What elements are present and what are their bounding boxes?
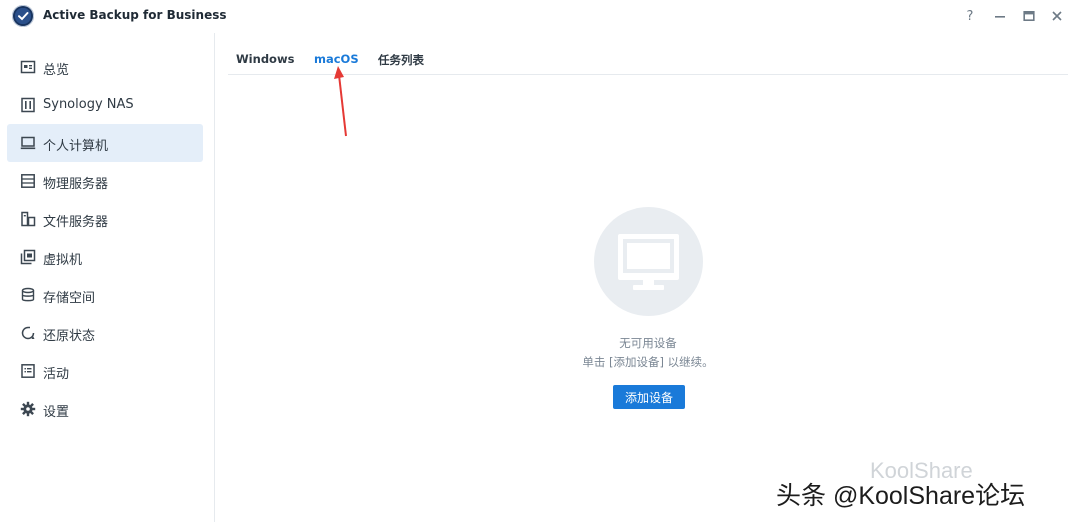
maximize-icon	[1023, 10, 1035, 21]
sidebar-item-label: 虚拟机	[43, 253, 83, 268]
sidebar-item-storage[interactable]: 存储空间	[7, 276, 203, 314]
empty-state-subtitle: 单击 [添加设备] 以继续。	[582, 355, 714, 369]
sidebar-item-file-server[interactable]: 文件服务器	[7, 200, 203, 238]
sidebar-item-label: 存储空间	[43, 291, 96, 306]
restore-icon	[20, 325, 36, 341]
sidebar: 总览 Synology NAS 个人计算机 物理服务器 文件服务器 虚拟机 存储…	[0, 33, 215, 522]
sidebar-item-vm[interactable]: 虚拟机	[7, 238, 203, 276]
overview-icon	[20, 59, 36, 75]
close-button[interactable]	[1046, 5, 1068, 27]
sidebar-item-physical-server[interactable]: 物理服务器	[7, 162, 203, 200]
sidebar-item-restore-status[interactable]: 还原状态	[7, 314, 203, 352]
app-logo-icon	[12, 5, 34, 27]
sidebar-item-label: 物理服务器	[43, 177, 109, 192]
minimize-button[interactable]	[989, 5, 1011, 27]
file-server-icon	[20, 211, 36, 227]
gear-icon	[20, 401, 36, 417]
close-icon	[1052, 11, 1062, 21]
empty-state-illustration	[594, 207, 703, 316]
activity-icon	[20, 363, 36, 379]
sidebar-item-label: 活动	[43, 367, 70, 382]
storage-icon	[20, 287, 36, 303]
empty-state-title: 无可用设备	[619, 336, 677, 350]
maximize-button[interactable]	[1018, 5, 1040, 27]
sidebar-item-pc[interactable]: 个人计算机	[7, 124, 203, 162]
app-title: Active Backup for Business	[43, 8, 227, 22]
sidebar-item-activity[interactable]: 活动	[7, 352, 203, 390]
sidebar-item-label: 设置	[43, 405, 70, 420]
sidebar-item-label: Synology NAS	[43, 97, 134, 112]
tab-divider	[228, 74, 1068, 75]
watermark-text: 头条 @KoolShare论坛	[776, 482, 1026, 510]
monitor-icon	[618, 234, 679, 290]
server-icon	[20, 173, 36, 189]
sidebar-item-label: 总览	[43, 63, 70, 78]
pc-icon	[20, 135, 36, 151]
add-device-button[interactable]: 添加设备	[613, 385, 685, 409]
sidebar-item-label: 文件服务器	[43, 215, 109, 230]
title-bar: Active Backup for Business ?	[0, 0, 1080, 33]
sidebar-item-label: 个人计算机	[43, 139, 109, 154]
tab-macos[interactable]: macOS	[314, 52, 359, 66]
sidebar-item-label: 还原状态	[43, 329, 96, 344]
help-button[interactable]: ?	[959, 5, 981, 27]
annotation-arrow	[334, 66, 347, 137]
sidebar-item-overview[interactable]: 总览	[7, 48, 203, 86]
tab-task-list[interactable]: 任务列表	[378, 52, 424, 68]
minimize-icon	[995, 16, 1005, 18]
sidebar-item-synology-nas[interactable]: Synology NAS	[7, 86, 203, 124]
nas-icon	[20, 97, 36, 113]
sidebar-item-settings[interactable]: 设置	[7, 390, 203, 428]
tab-windows[interactable]: Windows	[236, 52, 294, 66]
vm-icon	[20, 249, 36, 265]
